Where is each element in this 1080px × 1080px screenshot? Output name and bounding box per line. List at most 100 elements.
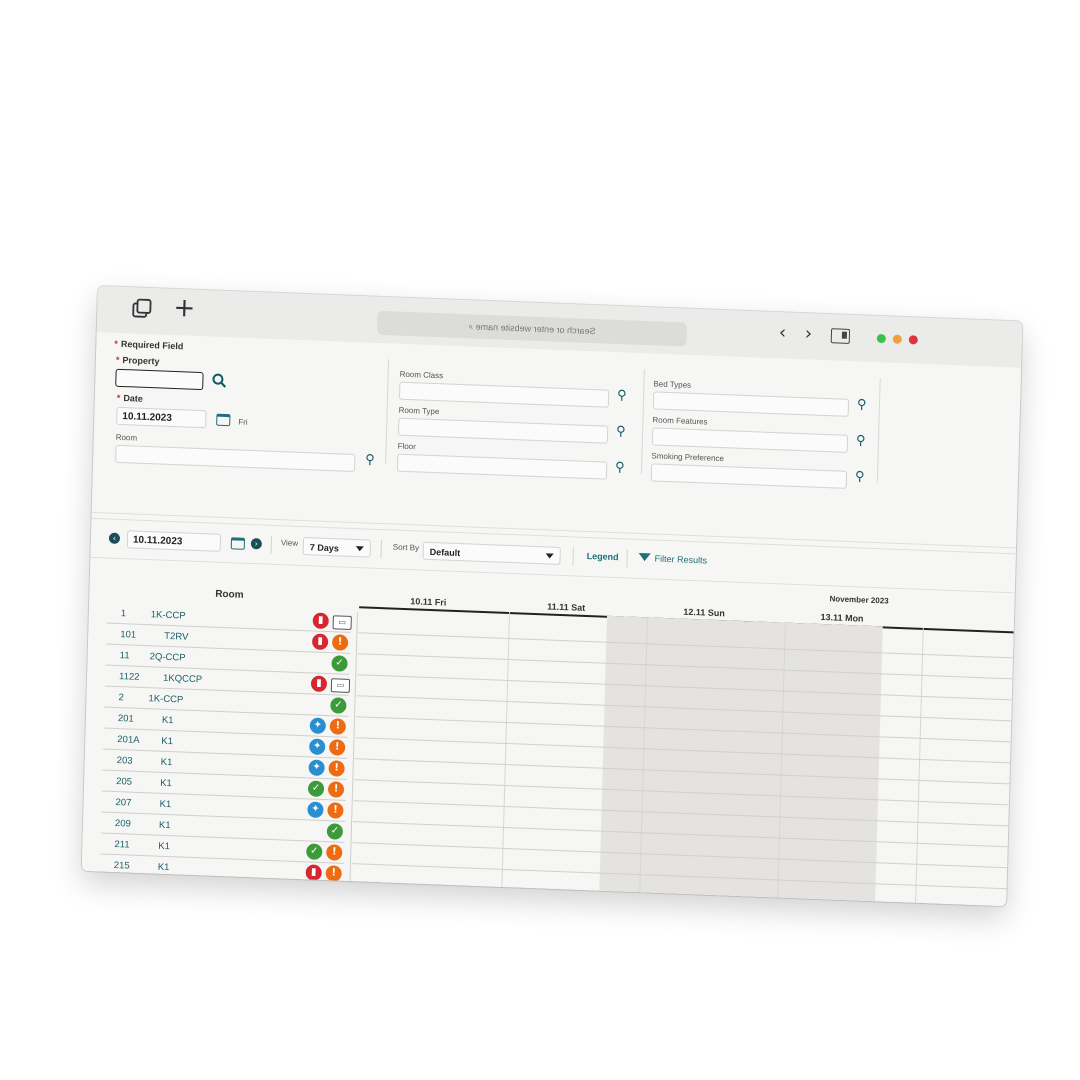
room-type: K1	[158, 840, 171, 853]
room-features-input[interactable]	[651, 427, 849, 453]
calendar-icon[interactable]	[216, 413, 231, 427]
alert-icon: !	[329, 718, 347, 735]
property-search-icon[interactable]	[211, 372, 227, 389]
dirty-icon: ▮	[311, 633, 329, 651]
sort-by-label: Sort By	[392, 542, 420, 553]
window-minimize-button[interactable]	[892, 334, 902, 344]
room-number[interactable]: 11	[120, 650, 130, 661]
floor-lookup-icon[interactable]: ⚲	[615, 460, 625, 475]
inspected-icon: ✓	[331, 655, 348, 672]
dirty-icon: ▮	[310, 675, 328, 693]
address-bar[interactable]: Search or enter website name ⌕	[376, 310, 688, 347]
room-lookup-icon[interactable]: ⚲	[365, 452, 375, 467]
filter-results-link[interactable]: Filter Results	[654, 554, 707, 566]
room-number[interactable]: 201	[118, 713, 134, 725]
room-list: 1 1K-CCP ▮ ▭ 101 T2RV ▮! 11 2Q-CCP ✓ 1122 1KQCCP ▮ ▭ 2…	[99, 602, 352, 885]
view-select[interactable]: 7 Days	[302, 537, 372, 558]
room-column-header: Room	[215, 588, 244, 601]
address-bar-placeholder: Search or enter website name ⌕	[468, 321, 596, 337]
alert-icon: !	[328, 739, 346, 756]
clean-icon: ✦	[307, 801, 324, 819]
column-divider	[385, 359, 390, 465]
inspected-icon: ✓	[307, 780, 325, 798]
room-number[interactable]: 211	[114, 839, 129, 851]
grid-date-input[interactable]: 10.11.2023	[126, 530, 222, 552]
clean-icon: ✦	[309, 738, 326, 756]
bed-types-input[interactable]	[652, 391, 850, 417]
room-number[interactable]: 215	[114, 860, 130, 872]
toolbar-separator	[380, 540, 383, 559]
window-close-button[interactable]	[908, 335, 918, 345]
chevron-down-icon	[545, 553, 554, 559]
room-class-lookup-icon[interactable]: ⚲	[617, 388, 627, 403]
room-features-lookup-icon[interactable]: ⚲	[856, 433, 866, 448]
room-type-lookup-icon[interactable]: ⚲	[616, 424, 626, 439]
room-type: T2RV	[164, 630, 189, 643]
window-maximize-button[interactable]	[876, 333, 886, 344]
clean-icon: ✦	[309, 717, 327, 735]
floor-input[interactable]	[396, 453, 608, 480]
calendar-cells	[351, 612, 1013, 907]
room-number[interactable]: 203	[117, 755, 133, 767]
previous-date-icon[interactable]: ‹	[108, 532, 121, 545]
filter-icon[interactable]	[638, 552, 651, 562]
room-number[interactable]: 101	[120, 629, 136, 641]
room-type: K1	[161, 714, 174, 727]
room-number[interactable]: 2	[118, 692, 124, 703]
room-type: K1	[161, 735, 174, 748]
view-label: View	[280, 538, 299, 548]
next-date-icon[interactable]: ›	[250, 538, 263, 550]
dirty-icon: ▮	[305, 864, 322, 881]
new-tab-icon[interactable]: +	[173, 293, 196, 324]
tabs-overview-icon[interactable]	[131, 297, 154, 320]
alert-icon: !	[326, 844, 343, 861]
bed-types-lookup-icon[interactable]: ⚲	[857, 397, 867, 412]
smoking-preference-input[interactable]	[650, 463, 848, 489]
alert-icon: !	[327, 781, 345, 798]
room-number[interactable]: 207	[115, 797, 131, 809]
alert-icon: !	[327, 802, 344, 819]
room-type: K1	[160, 756, 173, 769]
date-label: * Date	[116, 392, 144, 404]
property-input[interactable]	[115, 368, 204, 391]
date-day-label: Fri	[238, 417, 248, 427]
room-features-label: Room Features	[652, 415, 708, 427]
back-icon[interactable]: ‹	[779, 322, 787, 343]
room-class-input[interactable]	[398, 381, 610, 408]
inspected-icon: ✓	[330, 697, 347, 714]
room-type: 1KQCCP	[162, 672, 203, 686]
sort-by-select[interactable]: Default	[422, 541, 561, 565]
smoking-preference-label: Smoking Preference	[651, 451, 725, 464]
grid-calendar-icon[interactable]	[230, 537, 246, 550]
date-input[interactable]: 10.11.2023	[116, 406, 207, 429]
forward-icon[interactable]: ›	[805, 323, 813, 344]
room-availability-grid: November 2023 Room 10.11 Fri 11.11 Sat 12.…	[81, 557, 1015, 907]
room-number[interactable]: 1122	[119, 671, 140, 683]
alert-icon: !	[331, 634, 349, 651]
room-type-label: Room Type	[398, 405, 440, 417]
room-label: Room	[115, 432, 138, 443]
alert-icon: !	[328, 760, 345, 777]
required-field-note: * Required Field	[114, 338, 184, 352]
room-class-label: Room Class	[399, 369, 444, 381]
room-number[interactable]: 1	[121, 608, 127, 619]
bed-types-label: Bed Types	[653, 379, 692, 390]
smoking-preference-lookup-icon[interactable]: ⚲	[855, 469, 865, 484]
sidebar-toggle-icon[interactable]	[830, 328, 851, 344]
toolbar-separator	[572, 547, 574, 566]
day-column-divider	[501, 612, 511, 887]
day-column-divider	[915, 627, 924, 903]
inspected-icon: ✓	[306, 843, 323, 860]
room-type-input[interactable]	[397, 417, 609, 444]
do-not-disturb-icon: ▭	[332, 615, 352, 630]
search-icon: ⌕	[468, 321, 474, 332]
room-number[interactable]: 205	[116, 776, 132, 788]
room-number[interactable]: 209	[115, 818, 131, 830]
column-divider	[640, 369, 645, 475]
room-number[interactable]: 201A	[117, 734, 139, 746]
room-input[interactable]	[115, 444, 356, 472]
do-not-disturb-icon: ▭	[330, 678, 351, 693]
toolbar-separator	[626, 549, 628, 568]
month-label: November 2023	[829, 594, 889, 606]
legend-link[interactable]: Legend	[587, 551, 619, 562]
